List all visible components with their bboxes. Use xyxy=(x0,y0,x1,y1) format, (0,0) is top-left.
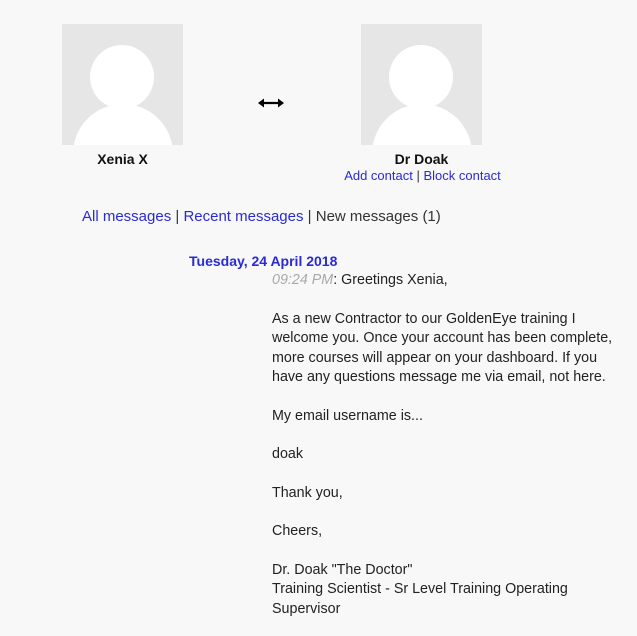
nav-separator: | xyxy=(303,208,316,225)
participant-xenia: Xenia X xyxy=(62,24,183,167)
avatar-shoulders xyxy=(372,104,472,145)
xenia-avatar xyxy=(62,24,183,145)
recent-messages-link[interactable]: Recent messages xyxy=(183,208,303,225)
nav-separator: | xyxy=(171,208,184,225)
message-paragraph: My email username is... xyxy=(272,407,423,424)
message-time: 09:24 PM xyxy=(272,272,334,288)
contact-separator: | xyxy=(416,168,420,183)
message-paragraph: Cheers, xyxy=(272,523,323,539)
xenia-name: Xenia X xyxy=(97,151,148,167)
message-body: 09:24 PM: Greetings Xenia, As a new Cont… xyxy=(272,271,617,619)
signature-title: Training Scientist - Sr Level Training O… xyxy=(272,581,568,617)
avatar-head xyxy=(389,45,453,109)
block-contact-link[interactable]: Block contact xyxy=(423,168,500,183)
conversation-date: Tuesday, 24 April 2018 xyxy=(189,253,338,269)
message-paragraph: As a new Contractor to our GoldenEye tra… xyxy=(272,310,613,386)
message-greeting: : Greetings Xenia, xyxy=(333,272,448,288)
dr-doak-name: Dr Doak xyxy=(394,151,449,167)
message-paragraph: Thank you, xyxy=(272,484,343,501)
message-paragraph: doak xyxy=(272,446,304,462)
all-messages-link[interactable]: All messages xyxy=(82,208,171,225)
avatar-shoulders xyxy=(73,104,173,145)
message-first-line: 09:24 PM: Greetings Xenia, xyxy=(272,271,617,291)
left-right-arrow-icon xyxy=(258,98,284,108)
message-signature: Dr. Doak "The Doctor" Training Scientist… xyxy=(272,561,617,620)
contact-actions: Add contact | Block contact xyxy=(300,168,545,183)
add-contact-link[interactable]: Add contact xyxy=(344,168,413,183)
signature-name: Dr. Doak "The Doctor" xyxy=(272,561,413,578)
participant-dr-doak: Dr Doak xyxy=(361,24,482,167)
message-filter-nav: All messages | Recent messages | New mes… xyxy=(82,208,441,225)
dr-doak-avatar xyxy=(361,24,482,145)
avatar-head xyxy=(90,45,154,109)
new-messages-label: New messages (1) xyxy=(315,208,441,225)
